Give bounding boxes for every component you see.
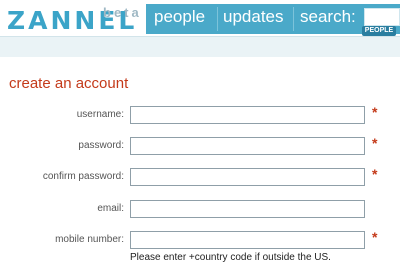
nav-divider (217, 7, 218, 31)
username-label: username: (76, 109, 124, 120)
site-header: ZANNEL beta people updates search: PEOPL… (0, 0, 400, 40)
username-field[interactable] (130, 106, 365, 124)
beta-label: beta (103, 5, 142, 20)
main-nav: people updates search: PEOPLE (146, 4, 400, 36)
search-label: search: (300, 7, 356, 26)
mobile-number-field[interactable] (130, 231, 365, 249)
email-label: email: (97, 203, 124, 214)
required-marker: * (372, 104, 378, 120)
header-band (0, 36, 400, 57)
nav-people-link[interactable]: people (154, 4, 205, 34)
mobile-number-label: mobile number: (55, 234, 124, 245)
confirm-password-field[interactable] (130, 168, 365, 186)
zannel-logo[interactable]: ZANNEL beta (7, 6, 139, 33)
required-marker: * (372, 135, 378, 151)
confirm-password-label: confirm password: (42, 171, 124, 182)
search-input[interactable] (364, 8, 400, 26)
search-scope-people-button[interactable]: PEOPLE (362, 26, 396, 36)
email-field[interactable] (130, 200, 365, 218)
nav-divider (293, 7, 294, 31)
password-label: password: (78, 140, 124, 151)
nav-updates-link[interactable]: updates (223, 4, 284, 34)
password-field[interactable] (130, 137, 365, 155)
required-marker: * (372, 166, 378, 182)
mobile-number-hint: Please enter +country code if outside th… (130, 252, 331, 263)
page-title: create an account (9, 75, 129, 92)
required-marker: * (372, 229, 378, 245)
